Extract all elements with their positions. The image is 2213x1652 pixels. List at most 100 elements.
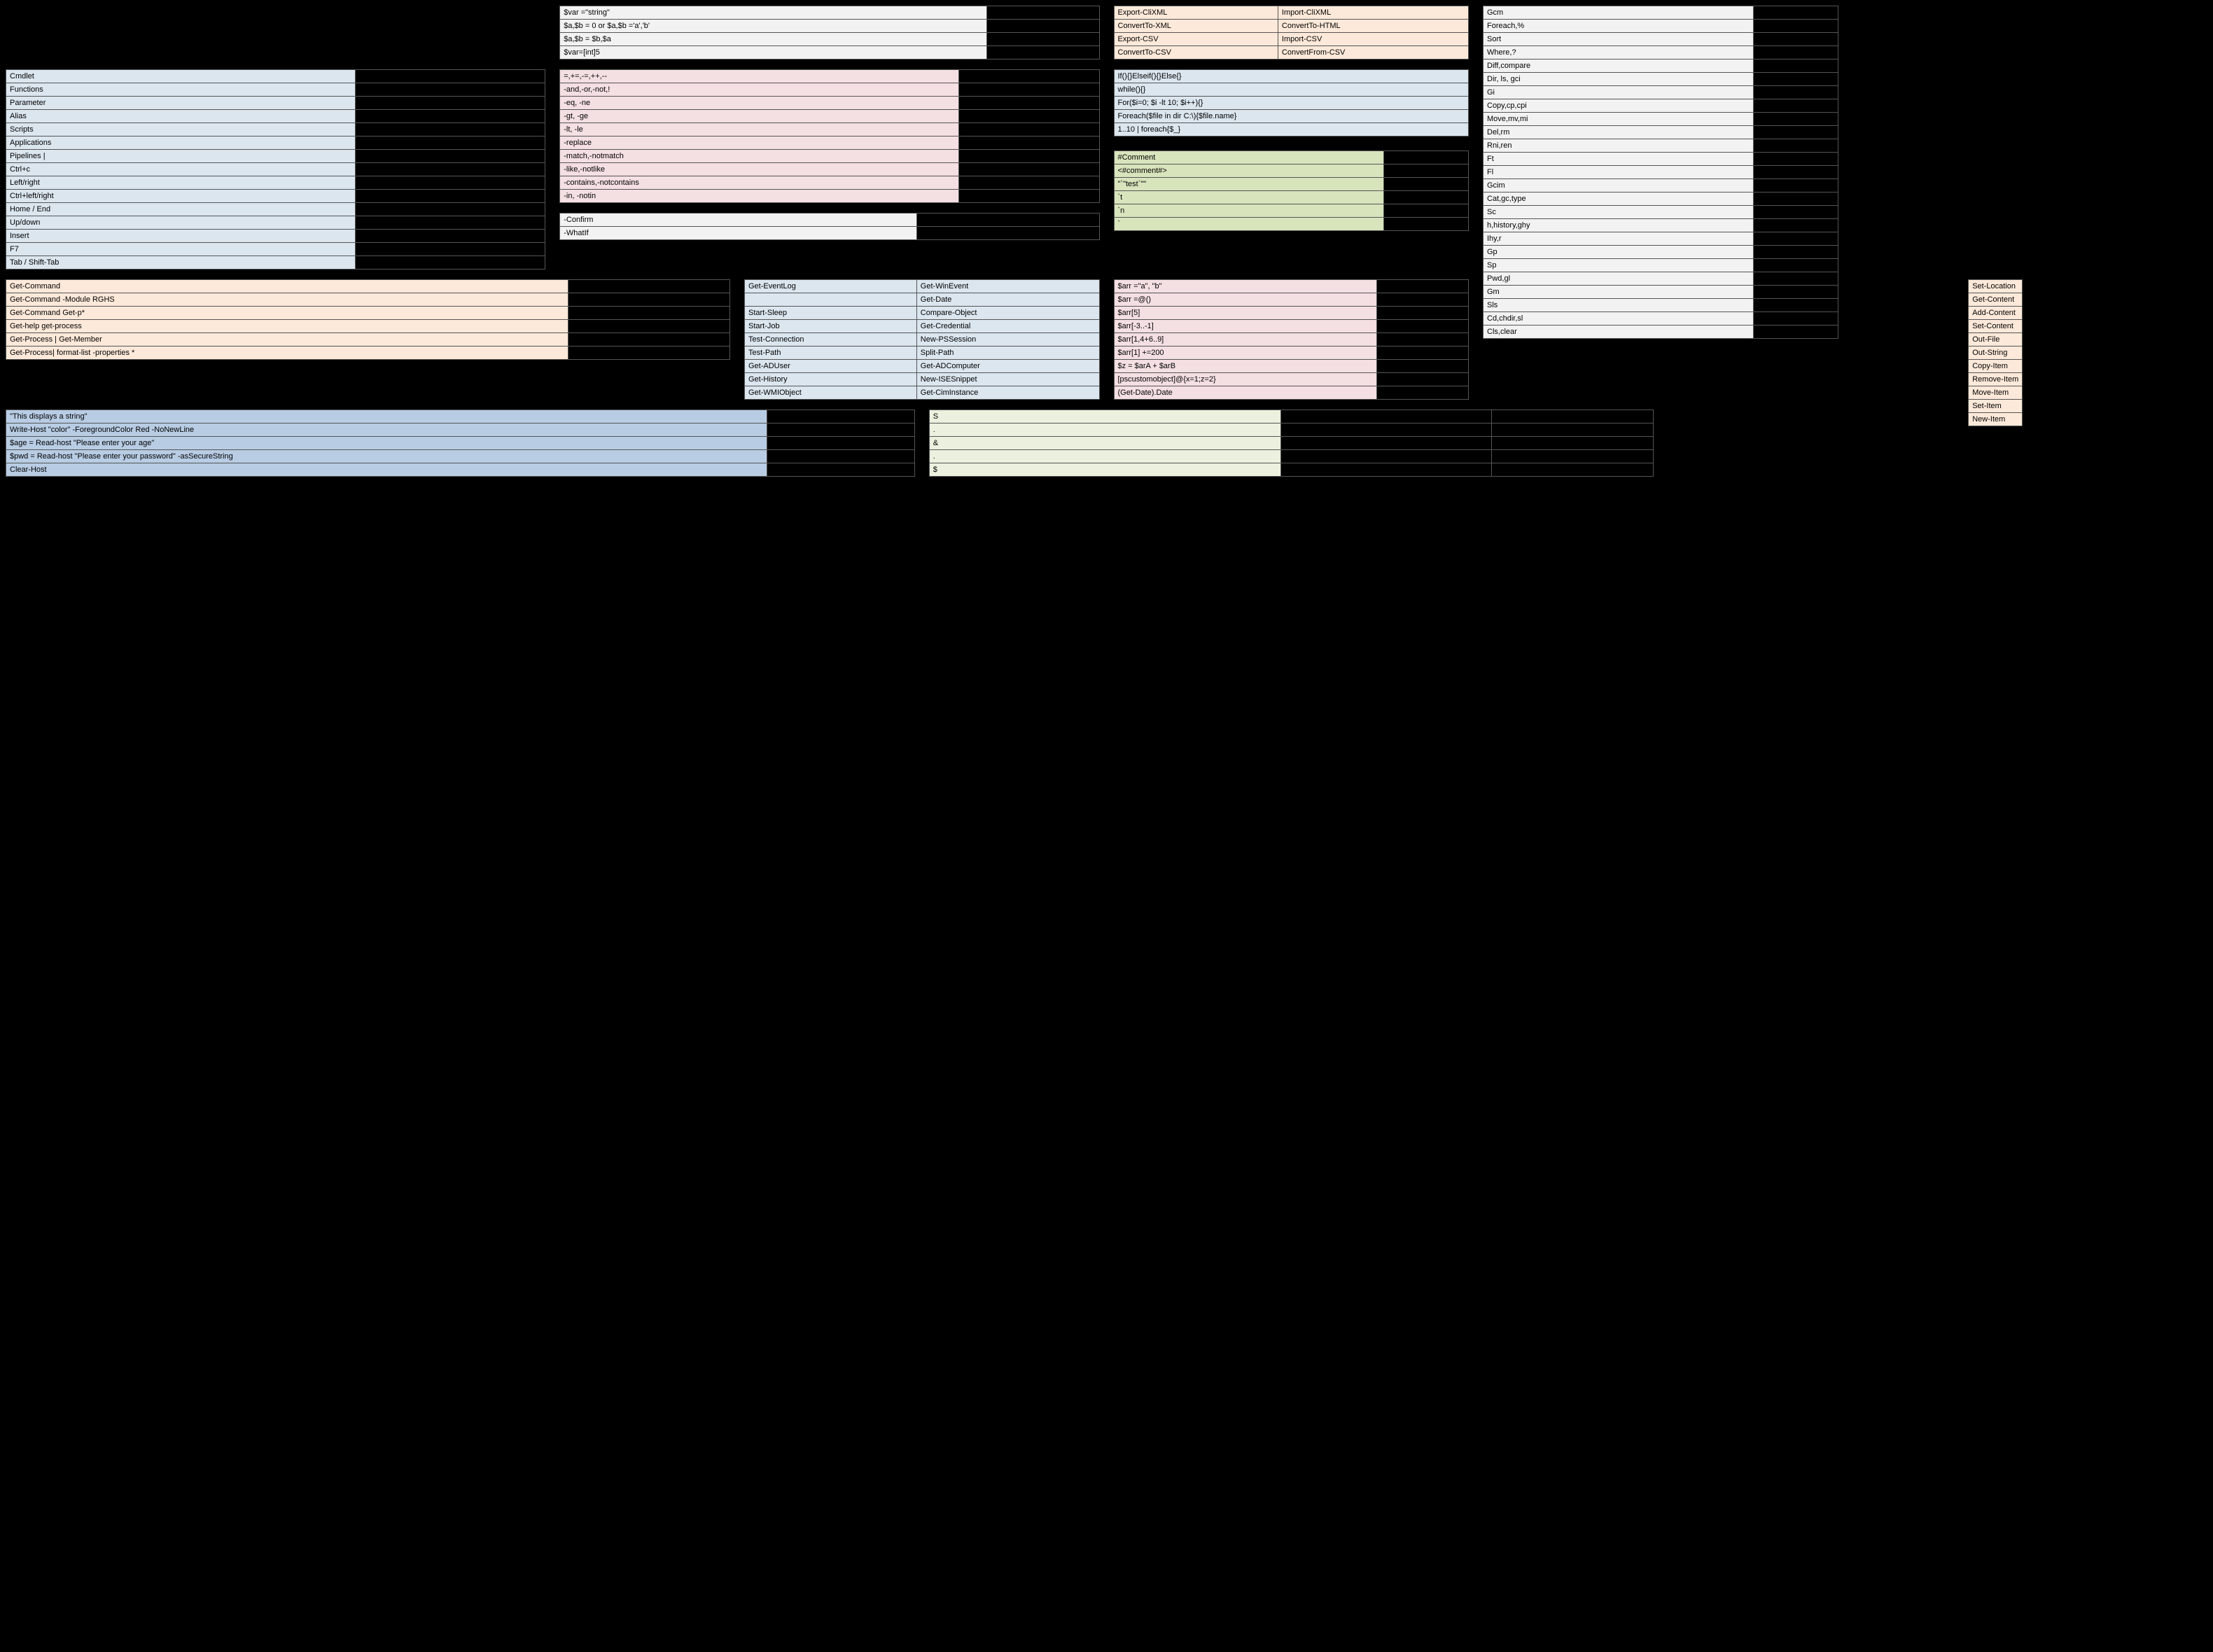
table-row: $arr[1,4+6..9]: [1114, 333, 1469, 346]
table-row: Scripts: [6, 123, 545, 136]
table-row: $var=[int]5: [560, 46, 1099, 59]
flow-comments-table: If(){}Elseif(){}Else{}while(){}For($i=0;…: [1114, 69, 1469, 231]
desc-cell: [767, 450, 914, 463]
cell: Gcim: [1484, 179, 1754, 192]
desc-cell: [1753, 139, 1838, 153]
cell: [pscustomobject]@{x=1;z=2}: [1114, 373, 1377, 386]
table-row: Set-Content: [1969, 320, 2023, 333]
cell: F7: [6, 243, 356, 256]
table-row: $arr[1] +=200: [1114, 346, 1469, 360]
cell: Import-CSV: [1278, 33, 1468, 46]
table-row: F7: [6, 243, 545, 256]
table-row: -match,-notmatch: [560, 150, 1099, 163]
table-row: Ihy,r: [1484, 232, 1838, 246]
desc-cell: [356, 150, 545, 163]
desc-cell: [958, 190, 1099, 203]
table-row: Foreach,%: [1484, 20, 1838, 33]
table-row: Del,rm: [1484, 126, 1838, 139]
cell: For($i=0; $i -lt 10; $i++){}: [1114, 97, 1469, 110]
desc-cell: [1753, 33, 1838, 46]
desc-cell: [958, 150, 1099, 163]
table-row: -and,-or,-not,!: [560, 83, 1099, 97]
cell: $var=[int]5: [560, 46, 986, 59]
table-row: -gt, -ge: [560, 110, 1099, 123]
table-row: Tab / Shift-Tab: [6, 256, 545, 270]
cell: $a,$b = 0 or $a,$b ='a','b': [560, 20, 986, 33]
cell: h,history,ghy: [1484, 219, 1754, 232]
table-row: Get-help get-process: [6, 320, 730, 333]
table-row: Get-WMIObjectGet-CimInstance: [745, 386, 1100, 400]
cell: $arr[5]: [1114, 307, 1377, 320]
desc-cell: [1753, 46, 1838, 59]
aliases-table: GcmForeach,%SortWhere,?Diff,compareDir, …: [1483, 6, 1838, 339]
desc-cell: [1491, 437, 1653, 450]
cell: $arr[1] +=200: [1114, 346, 1377, 360]
table-row: Get-Content: [1969, 293, 2023, 307]
cell: Get-Command: [6, 280, 568, 293]
cell: $arr =@(): [1114, 293, 1377, 307]
cell: "`"test`"": [1114, 178, 1384, 191]
desc-cell: [1384, 204, 1469, 218]
table-row: $a,$b = 0 or $a,$b ='a','b': [560, 20, 1099, 33]
table-row: #Comment: [1114, 151, 1469, 164]
table-row: Dir, ls, gci: [1484, 73, 1838, 86]
cell: -and,-or,-not,!: [560, 83, 958, 97]
desc-cell: [958, 136, 1099, 150]
table-row: [pscustomobject]@{x=1;z=2}: [1114, 373, 1469, 386]
table-row: Copy,cp,cpi: [1484, 99, 1838, 113]
desc-cell: [1753, 272, 1838, 286]
cell: $arr[-3..-1]: [1114, 320, 1377, 333]
cell: Get-Command -Module RGHS: [6, 293, 568, 307]
cell: -replace: [560, 136, 958, 150]
table-row: Home / End: [6, 203, 545, 216]
cell: Import-CliXML: [1278, 6, 1468, 20]
table-row: Get-EventLogGet-WinEvent: [745, 280, 1100, 293]
cell: -Confirm: [560, 214, 916, 227]
cell: Set-Location: [1969, 280, 2023, 293]
desc-cell: [767, 437, 914, 450]
cell: $a,$b = $b,$a: [560, 33, 986, 46]
table-row: Alias: [6, 110, 545, 123]
desc-cell: [958, 97, 1099, 110]
table-row: Sp: [1484, 259, 1838, 272]
desc-cell: [958, 123, 1099, 136]
cell: Gp: [1484, 246, 1754, 259]
desc-cell: [356, 110, 545, 123]
flow-control-table: If(){}Elseif(){}Else{}while(){}For($i=0;…: [1114, 69, 1469, 136]
cell: -like,-notlike: [560, 163, 958, 176]
cell: Write-Host "color" -ForegroundColor Red …: [6, 424, 767, 437]
cell: Split-Path: [916, 346, 1099, 360]
table-row: $age = Read-host "Please enter your age": [6, 437, 915, 450]
table-row: Out-File: [1969, 333, 2023, 346]
desc-cell: [1753, 286, 1838, 299]
desc-cell: [1753, 232, 1838, 246]
cell: -in, -notin: [560, 190, 958, 203]
desc-cell: [1377, 307, 1469, 320]
cell: Dir, ls, gci: [1484, 73, 1754, 86]
table-row: Out-String: [1969, 346, 2023, 360]
table-row: $: [929, 463, 1653, 477]
desc-cell: [1753, 192, 1838, 206]
cell: [1280, 424, 1491, 437]
desc-cell: [1384, 151, 1469, 164]
cell: Get-ADUser: [745, 360, 917, 373]
table-row: Start-SleepCompare-Object: [745, 307, 1100, 320]
cell: Pipelines |: [6, 150, 356, 163]
common-params-table: -Confirm-WhatIf: [559, 213, 1099, 240]
desc-cell: [568, 333, 730, 346]
table-row: =,+=,-=,++,--: [560, 70, 1099, 83]
desc-cell: [986, 46, 1099, 59]
cell: Get-Credential: [916, 320, 1099, 333]
cell: $var ="string": [560, 6, 986, 20]
table-row: Export-CSVImport-CSV: [1114, 33, 1469, 46]
cell: Alias: [6, 110, 356, 123]
cell: Sc: [1484, 206, 1754, 219]
table-row: Functions: [6, 83, 545, 97]
desc-cell: [356, 256, 545, 270]
table-row: New-Item: [1969, 413, 2023, 426]
table-row: Gp: [1484, 246, 1838, 259]
cell: ConvertFrom-CSV: [1278, 46, 1468, 59]
cell: Parameter: [6, 97, 356, 110]
table-row: Left/right: [6, 176, 545, 190]
desc-cell: [916, 227, 1099, 240]
